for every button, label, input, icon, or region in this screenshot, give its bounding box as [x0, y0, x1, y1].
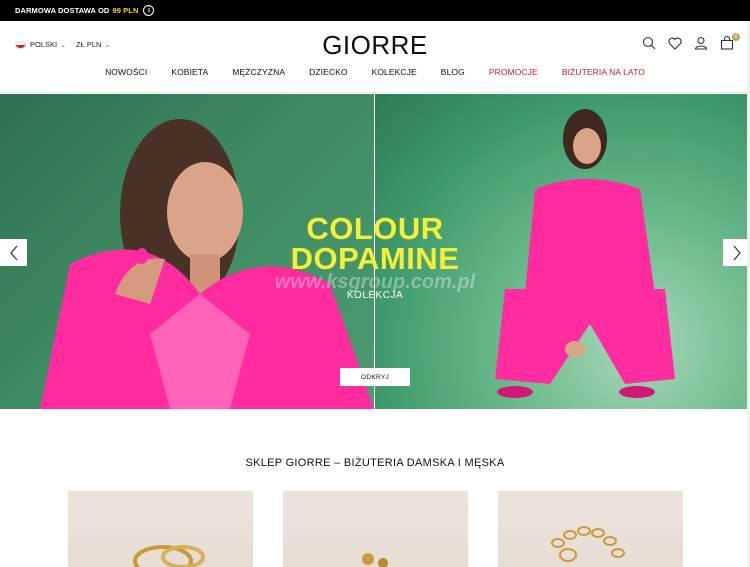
user-icon[interactable]	[693, 35, 709, 51]
nav-item-bizuteria-na-lato[interactable]: BIŻUTERIA NA LATO	[562, 67, 645, 77]
heart-icon[interactable]	[667, 35, 683, 51]
promo-amount: 99 PLN	[112, 6, 139, 15]
info-icon[interactable]: i	[143, 5, 155, 16]
search-icon[interactable]	[641, 35, 657, 51]
site-logo[interactable]: GIORRE	[0, 30, 750, 61]
cart-count-badge: 0	[732, 33, 740, 41]
hero-title: COLOUR DOPAMINE	[0, 211, 750, 276]
slider-next-button[interactable]	[723, 239, 750, 266]
hero-slider[interactable]: COLOUR DOPAMINE www.ksgroup.com.pl KOLEK…	[0, 94, 750, 409]
nav-item-promocje[interactable]: PROMOCJE	[489, 67, 538, 77]
cart-icon[interactable]: 0	[719, 33, 740, 51]
nav-item-kobieta[interactable]: KOBIETA	[171, 67, 208, 77]
category-card[interactable]	[68, 491, 253, 567]
main-nav: NOWOŚCI KOBIETA MĘŻCZYZNA DZIECKO KOLEKC…	[0, 67, 750, 77]
site-header: POLSKI ⌄ ZŁ PLN ⌄ GIORRE 0 NOWOŚCI KOBIE…	[0, 21, 750, 93]
section-title: SKLEP GIORRE – BIŻUTERIA DAMSKA I MĘSKA	[245, 457, 505, 469]
nav-item-blog[interactable]: BLOG	[441, 67, 465, 77]
promo-bar: DARMOWA DOSTAWA OD 99 PLN i	[0, 0, 750, 21]
header-icons: 0	[641, 33, 740, 51]
hero-title-line2: DOPAMINE	[290, 241, 460, 276]
slider-prev-button[interactable]	[0, 239, 27, 266]
discover-button[interactable]: ODKRYJ	[340, 368, 410, 386]
hero-subtitle: KOLEKCJA	[346, 290, 404, 301]
nav-item-dziecko[interactable]: DZIECKO	[309, 67, 347, 77]
earrings-image	[362, 553, 388, 567]
nav-item-mezczyzna[interactable]: MĘŻCZYZNA	[232, 67, 285, 77]
hero-title-line1: COLOUR	[306, 211, 444, 246]
chevron-left-icon	[9, 245, 17, 260]
chain-bracelet-image	[551, 526, 625, 562]
nav-item-kolekcje[interactable]: KOLEKCJE	[372, 67, 417, 77]
rings-image	[133, 545, 205, 567]
promo-text: DARMOWA DOSTAWA OD	[15, 6, 110, 15]
nav-item-nowosci[interactable]: NOWOŚCI	[105, 67, 147, 77]
category-card[interactable]	[283, 491, 468, 567]
chevron-right-icon	[733, 245, 741, 260]
category-card[interactable]	[498, 491, 683, 567]
